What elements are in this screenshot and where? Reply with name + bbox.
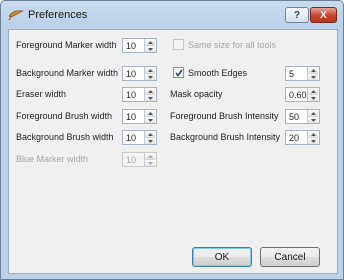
- foreground-marker-width-label: Foreground Marker width: [16, 40, 117, 50]
- arrow-down-icon[interactable]: [145, 138, 155, 144]
- blue-marker-width-label: Blue Marker width: [16, 154, 89, 164]
- arrow-up-icon[interactable]: [308, 88, 318, 95]
- same-size-checkbox: [173, 39, 184, 50]
- mask-opacity-label: Mask opacity: [170, 89, 223, 99]
- arrow-down-icon[interactable]: [308, 117, 318, 123]
- arrow-down-icon[interactable]: [145, 117, 155, 123]
- eraser-width-spinner[interactable]: 10: [122, 87, 157, 102]
- cancel-button[interactable]: Cancel: [260, 247, 320, 267]
- smooth-edges-value: 5: [289, 69, 295, 79]
- background-brush-intensity-spinner[interactable]: 20: [285, 130, 320, 145]
- background-marker-width-spinner[interactable]: 10: [122, 66, 157, 81]
- eraser-width-value: 10: [126, 90, 137, 100]
- feather-app-icon: [8, 9, 24, 21]
- background-marker-width-label: Background Marker width: [16, 68, 119, 78]
- background-brush-width-value: 10: [126, 133, 137, 143]
- arrow-down-icon[interactable]: [145, 95, 155, 101]
- background-marker-width-value: 10: [126, 69, 137, 79]
- arrow-up-icon[interactable]: [308, 131, 318, 138]
- smooth-edges-label: Smooth Edges: [188, 68, 248, 78]
- close-button[interactable]: X: [310, 7, 337, 23]
- background-brush-width-spinner[interactable]: 10: [122, 130, 157, 145]
- blue-marker-width-value: 10: [126, 155, 137, 165]
- help-icon: ?: [293, 9, 301, 21]
- foreground-brush-intensity-label: Foreground Brush Intensity: [170, 111, 279, 121]
- foreground-brush-width-value: 10: [126, 112, 137, 122]
- background-brush-intensity-label: Background Brush Intensity: [170, 132, 281, 142]
- arrow-down-icon[interactable]: [308, 74, 318, 80]
- mask-opacity-spinner[interactable]: 0.60: [285, 87, 320, 102]
- same-size-label: Same size for all tools: [188, 40, 277, 50]
- arrow-up-icon[interactable]: [145, 67, 155, 74]
- help-button[interactable]: ?: [285, 7, 309, 23]
- arrow-down-icon[interactable]: [145, 46, 155, 52]
- blue-marker-width-spinner: 10: [122, 152, 157, 167]
- background-brush-intensity-value: 20: [289, 133, 300, 143]
- checkmark-icon: [175, 69, 183, 77]
- arrow-up-icon[interactable]: [145, 88, 155, 95]
- arrow-down-icon[interactable]: [308, 138, 318, 144]
- arrow-down-icon: [145, 160, 155, 166]
- foreground-marker-width-value: 10: [126, 41, 137, 51]
- foreground-brush-intensity-spinner[interactable]: 50: [285, 109, 320, 124]
- dialog-body: Foreground Marker width 10 Background Ma…: [8, 29, 338, 274]
- smooth-edges-checkbox[interactable]: [173, 67, 184, 78]
- ok-button[interactable]: OK: [192, 247, 252, 267]
- arrow-up-icon[interactable]: [308, 67, 318, 74]
- smooth-edges-spinner[interactable]: 5: [285, 66, 320, 81]
- arrow-up-icon[interactable]: [145, 110, 155, 117]
- foreground-brush-intensity-value: 50: [289, 112, 300, 122]
- arrow-down-icon[interactable]: [308, 95, 318, 101]
- title-bar[interactable]: Preferences ? X: [1, 1, 343, 29]
- mask-opacity-value: 0.60: [289, 90, 307, 100]
- arrow-up-icon[interactable]: [145, 131, 155, 138]
- foreground-brush-width-spinner[interactable]: 10: [122, 109, 157, 124]
- close-icon: X: [320, 9, 327, 21]
- foreground-marker-width-spinner[interactable]: 10: [122, 38, 157, 53]
- foreground-brush-width-label: Foreground Brush width: [16, 111, 113, 121]
- arrow-up-icon: [145, 153, 155, 160]
- arrow-down-icon[interactable]: [145, 74, 155, 80]
- background-brush-width-label: Background Brush width: [16, 132, 114, 142]
- eraser-width-label: Eraser width: [16, 89, 67, 99]
- arrow-up-icon[interactable]: [308, 110, 318, 117]
- arrow-up-icon[interactable]: [145, 39, 155, 46]
- window-title: Preferences: [28, 9, 88, 21]
- preferences-window: Preferences ? X Foreground Marker width …: [0, 0, 344, 280]
